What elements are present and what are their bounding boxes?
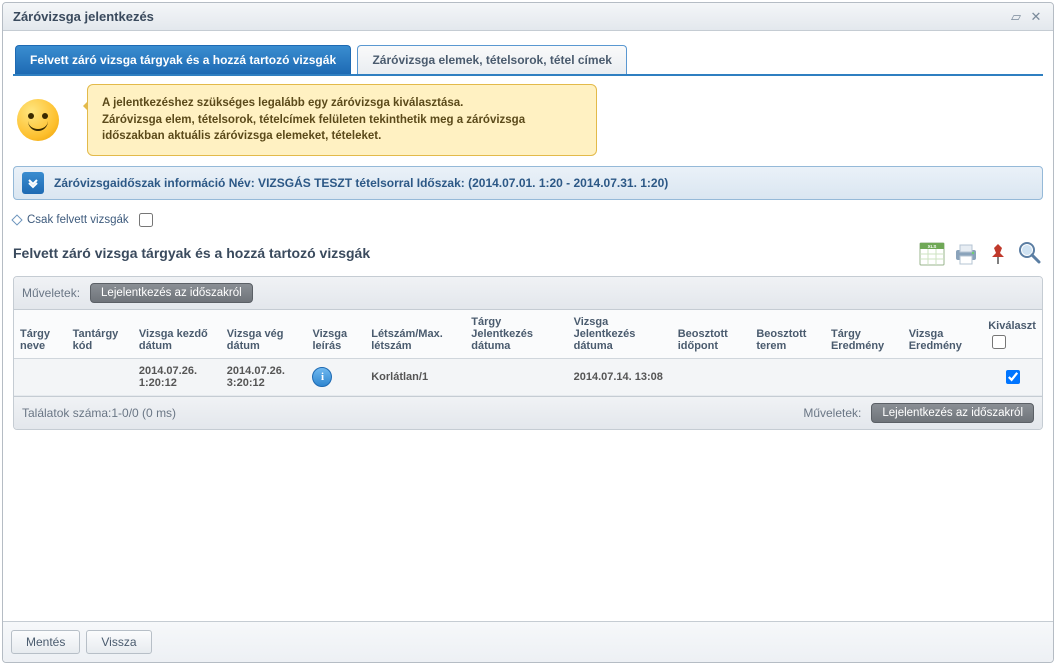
grid-panel: Műveletek: Lejelentkezés az időszakról T…: [13, 276, 1043, 430]
results-text: Találatok száma:1-0/0 (0 ms): [22, 406, 176, 420]
info-line2: Záróvizsga elem, tételsorok, tételcímek …: [102, 114, 525, 143]
row-select-checkbox[interactable]: [1006, 370, 1020, 384]
col-select-label: Kiválaszt: [988, 320, 1036, 332]
toolbar-icons: XLS: [919, 240, 1043, 266]
info-line1: A jelentkezéshez szükséges legalább egy …: [102, 97, 463, 109]
col-start-date[interactable]: Vizsga kezdő dátum: [133, 310, 221, 359]
print-icon[interactable]: [953, 242, 979, 266]
section-title: Felvett záró vizsga tárgyak és a hozzá t…: [13, 245, 370, 261]
diamond-icon: [11, 214, 22, 225]
col-exam-signup-date[interactable]: Vizsga Jelentkezés dátuma: [568, 310, 672, 359]
back-label: Vissza: [101, 635, 136, 649]
window-title: Záróvizsga jelentkezés: [13, 9, 154, 24]
dialog-window: Záróvizsga jelentkezés ▱ ✕ Felvett záró …: [2, 2, 1054, 663]
close-icon[interactable]: ✕: [1029, 10, 1043, 24]
ops-bar-bottom: Találatok száma:1-0/0 (0 ms) Műveletek: …: [14, 396, 1042, 429]
cell-assigned-room: [750, 359, 825, 396]
cell-subject-name: [14, 359, 67, 396]
cell-subject-code: [67, 359, 133, 396]
cell-subject-signup-date: [465, 359, 567, 396]
tabs: Felvett záró vizsga tárgyak és a hozzá t…: [13, 39, 1043, 76]
exam-grid: Tárgy neve Tantárgy kód Vizsga kezdő dát…: [14, 310, 1042, 396]
info-row: A jelentkezéshez szükséges legalább egy …: [13, 76, 1043, 166]
col-subject-result[interactable]: Tárgy Eredmény: [825, 310, 903, 359]
period-bar: Záróvizsgaidőszak információ Név: VIZSGÁ…: [13, 166, 1043, 200]
grid-header-row: Tárgy neve Tantárgy kód Vizsga kezdő dát…: [14, 310, 1042, 359]
section-title-row: Felvett záró vizsga tárgyak és a hozzá t…: [13, 240, 1043, 266]
col-end-date[interactable]: Vizsga vég dátum: [221, 310, 307, 359]
tab-label: Felvett záró vizsga tárgyak és a hozzá t…: [30, 53, 336, 67]
col-select[interactable]: Kiválaszt: [982, 310, 1042, 359]
btn-label: Lejelentkezés az időszakról: [101, 287, 242, 299]
btn-label: Lejelentkezés az időszakról: [882, 407, 1023, 419]
ops-bar-top: Műveletek: Lejelentkezés az időszakról: [14, 277, 1042, 310]
table-row[interactable]: 2014.07.26. 1:20:12 2014.07.26. 3:20:12 …: [14, 359, 1042, 396]
cell-exam-result: [903, 359, 983, 396]
only-registered-label: Csak felvett vizsgák: [27, 214, 129, 226]
svg-text:XLS: XLS: [928, 244, 937, 249]
tab-exam-elements[interactable]: Záróvizsga elemek, tételsorok, tétel cím…: [357, 45, 626, 74]
only-registered-checkbox[interactable]: [139, 213, 153, 227]
col-exam-result[interactable]: Vizsga Eredmény: [903, 310, 983, 359]
expand-period-button[interactable]: [22, 172, 44, 194]
tab-exam-subjects[interactable]: Felvett záró vizsga tárgyak és a hozzá t…: [15, 45, 351, 74]
smiley-icon: [17, 99, 59, 141]
content: Felvett záró vizsga tárgyak és a hozzá t…: [3, 31, 1053, 440]
cell-start-date: 2014.07.26. 1:20:12: [133, 359, 221, 396]
cell-capacity: Korlátlan/1: [365, 359, 465, 396]
maximize-icon[interactable]: ▱: [1009, 10, 1023, 24]
cell-end-date: 2014.07.26. 3:20:12: [221, 359, 307, 396]
unsubscribe-button-top[interactable]: Lejelentkezés az időszakról: [90, 283, 253, 303]
cell-description: i: [306, 359, 365, 396]
tab-label: Záróvizsga elemek, tételsorok, tétel cím…: [372, 53, 611, 67]
pin-icon[interactable]: [987, 242, 1009, 266]
col-assigned-time[interactable]: Beosztott időpont: [672, 310, 751, 359]
period-text: Záróvizsgaidőszak információ Név: VIZSGÁ…: [54, 176, 668, 190]
info-icon[interactable]: i: [312, 367, 332, 387]
ops-label-bottom: Műveletek:: [803, 406, 861, 420]
cell-assigned-time: [672, 359, 751, 396]
footer: Mentés Vissza: [3, 621, 1053, 662]
ops-label: Műveletek:: [22, 286, 80, 300]
back-button[interactable]: Vissza: [86, 630, 151, 654]
title-icons: ▱ ✕: [1009, 10, 1043, 24]
info-message: A jelentkezéshez szükséges legalább egy …: [87, 84, 597, 156]
cell-exam-signup-date: 2014.07.14. 13:08: [568, 359, 672, 396]
col-subject-code[interactable]: Tantárgy kód: [67, 310, 133, 359]
cell-subject-result: [825, 359, 903, 396]
save-label: Mentés: [26, 635, 65, 649]
select-all-checkbox[interactable]: [992, 335, 1006, 349]
unsubscribe-button-bottom[interactable]: Lejelentkezés az időszakról: [871, 403, 1034, 423]
col-subject-signup-date[interactable]: Tárgy Jelentkezés dátuma: [465, 310, 567, 359]
titlebar: Záróvizsga jelentkezés ▱ ✕: [3, 3, 1053, 31]
export-xls-icon[interactable]: XLS: [919, 242, 945, 266]
col-description[interactable]: Vizsga leírás: [306, 310, 365, 359]
only-registered-row: Csak felvett vizsgák: [13, 210, 1043, 230]
col-subject-name[interactable]: Tárgy neve: [14, 310, 67, 359]
col-capacity[interactable]: Létszám/Max. létszám: [365, 310, 465, 359]
save-button[interactable]: Mentés: [11, 630, 80, 654]
cell-select: [982, 359, 1042, 396]
search-icon[interactable]: [1017, 240, 1043, 266]
col-assigned-room[interactable]: Beosztott terem: [750, 310, 825, 359]
